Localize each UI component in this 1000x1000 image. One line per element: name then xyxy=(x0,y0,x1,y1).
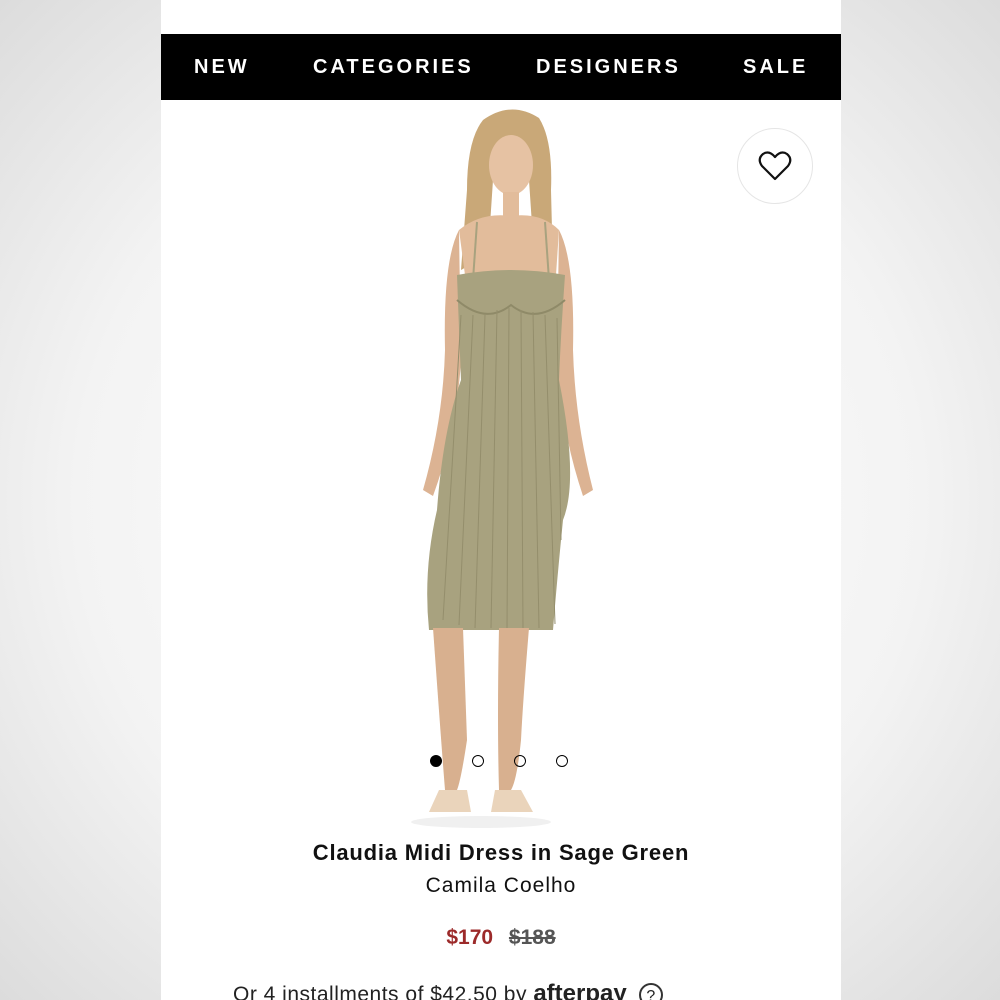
product-page: NEW CATEGORIES DESIGNERS SALE Claudia Mi… xyxy=(161,0,841,1000)
afterpay-logo: afterpay xyxy=(533,980,627,1000)
question-circle-icon[interactable]: ? xyxy=(639,983,664,1000)
sale-price: $170 xyxy=(446,926,494,949)
nav-item-sale[interactable]: SALE xyxy=(743,34,808,100)
nav-item-new[interactable]: NEW xyxy=(194,34,250,100)
carousel-dot[interactable] xyxy=(472,755,484,767)
nav-item-categories[interactable]: CATEGORIES xyxy=(313,34,474,100)
product-title: Claudia Midi Dress in Sage Green xyxy=(312,840,690,865)
nav-item-designers[interactable]: DESIGNERS xyxy=(536,34,681,100)
carousel-dot[interactable] xyxy=(556,755,568,767)
installments-info: Or 4 installments of $42.50 by afterpay … xyxy=(233,980,664,1000)
carousel-dot[interactable] xyxy=(430,755,442,767)
heart-icon xyxy=(758,151,792,181)
main-nav: NEW CATEGORIES DESIGNERS SALE xyxy=(161,34,841,100)
carousel-dot[interactable] xyxy=(514,755,526,767)
original-price: $188 xyxy=(508,926,556,949)
price-block: $170 $188 xyxy=(161,926,841,950)
installments-text: Or 4 installments of $42.50 by xyxy=(233,983,527,1000)
product-designer[interactable]: Camila Coelho xyxy=(161,874,841,898)
product-image[interactable] xyxy=(161,100,841,830)
image-carousel-dots xyxy=(430,755,598,771)
wishlist-button[interactable] xyxy=(737,128,813,204)
top-bar xyxy=(161,0,841,34)
